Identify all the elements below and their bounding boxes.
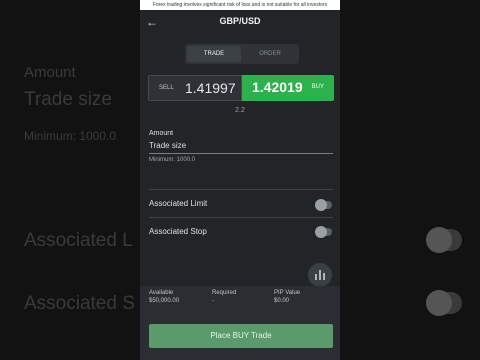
pip-value: $0.00 xyxy=(274,298,290,304)
associated-stop-toggle[interactable] xyxy=(315,226,332,238)
amount-label: Amount xyxy=(149,130,174,137)
bg-toggle-stop xyxy=(426,290,462,316)
price-bar: SELL 1.41997 1.42019 BUY xyxy=(148,75,334,101)
tab-trade[interactable]: TRADE xyxy=(187,46,241,62)
bg-amount-label: Amount xyxy=(24,64,76,81)
associated-stop-label: Associated Stop xyxy=(149,227,207,236)
divider xyxy=(149,217,333,218)
associated-limit-label: Associated Limit xyxy=(149,199,208,208)
sell-label: SELL xyxy=(159,85,174,91)
bg-toggle-limit xyxy=(426,227,462,253)
phone-screen: Forex trading involves significant risk … xyxy=(140,0,340,360)
spread-value: 2.2 xyxy=(235,107,245,114)
sell-price: 1.41997 xyxy=(185,80,236,96)
risk-warning-banner: Forex trading involves significant risk … xyxy=(140,0,340,10)
trade-summary-panel: Available $50,000.00 Required - PIP Valu… xyxy=(140,286,340,360)
required-value: - xyxy=(212,298,214,304)
bg-trade-size: Trade size xyxy=(24,89,112,110)
divider xyxy=(149,189,333,190)
sell-button[interactable]: SELL 1.41997 xyxy=(148,75,242,101)
available-value: $50,000.00 xyxy=(149,298,180,304)
minimum-hint: Minimum: 1000.0 xyxy=(149,157,196,163)
place-trade-button[interactable]: Place BUY Trade xyxy=(149,324,333,348)
required-label: Required xyxy=(212,290,237,296)
bg-associated-stop: Associated S xyxy=(24,293,135,314)
chart-button[interactable] xyxy=(308,263,332,287)
page-title: GBP/USD xyxy=(219,16,261,26)
trade-size-input[interactable]: Trade size xyxy=(149,140,333,154)
buy-button[interactable]: 1.42019 BUY xyxy=(242,75,334,101)
trade-order-tabs: TRADE ORDER xyxy=(185,44,299,64)
buy-price: 1.42019 xyxy=(252,79,303,95)
top-bar: ← GBP/USD xyxy=(140,10,340,36)
buy-label: BUY xyxy=(311,84,324,90)
pip-value-label: PIP Value xyxy=(274,290,301,296)
available-label: Available xyxy=(149,290,174,296)
associated-limit-toggle[interactable] xyxy=(315,199,332,211)
tab-order[interactable]: ORDER xyxy=(243,46,297,62)
bg-associated-limit: Associated L xyxy=(24,230,133,251)
bg-minimum: Minimum: 1000.0 xyxy=(24,129,117,143)
